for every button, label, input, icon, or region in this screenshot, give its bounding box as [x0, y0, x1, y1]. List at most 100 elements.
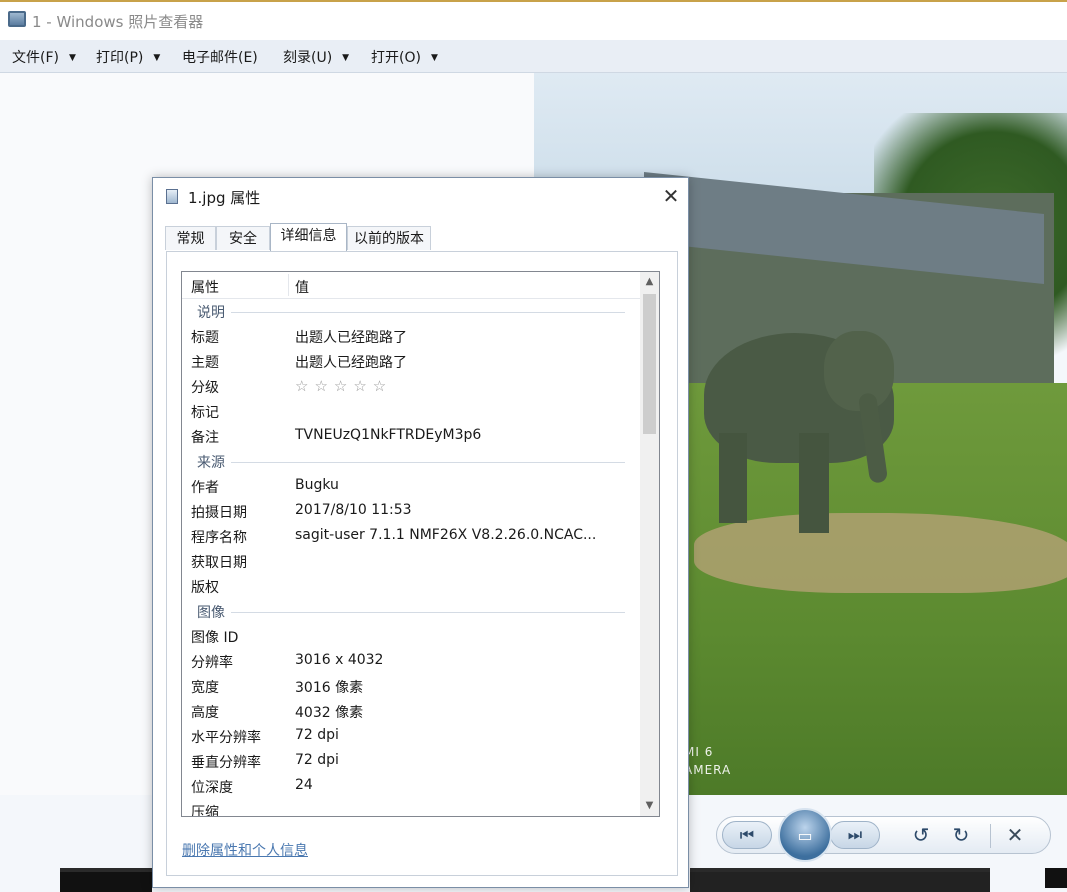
menu-open[interactable]: 打开(O) ▼ [371, 47, 438, 67]
column-header: 属性 值 [182, 272, 640, 299]
table-row[interactable]: 标题 出题人已经跑路了 [182, 324, 640, 349]
property-value: 24 [295, 777, 313, 793]
next-icon: ⏭ [847, 825, 863, 844]
property-value: sagit-user 7.1.1 NMF26X V8.2.26.0.NCAC..… [295, 527, 597, 543]
table-row[interactable]: 分级 ☆☆☆☆☆ [182, 374, 640, 399]
tab-details[interactable]: 详细信息 [270, 223, 347, 251]
table-row[interactable]: 宽度 3016 像素 [182, 674, 640, 699]
group-origin: 来源 [182, 449, 640, 474]
scroll-thumb[interactable] [643, 294, 656, 434]
property-value: 2017/8/10 11:53 [295, 502, 412, 518]
property-key: 宽度 [191, 680, 219, 696]
elephant-leg [719, 433, 747, 523]
table-row[interactable]: 备注 TVNEUzQ1NkFTRDEyM3p6 [182, 424, 640, 449]
property-key: 主题 [191, 355, 219, 371]
close-icon: ✕ [662, 184, 680, 208]
table-row[interactable]: 版权 [182, 574, 640, 599]
table-row[interactable]: 图像 ID [182, 624, 640, 649]
property-key: 标题 [191, 330, 219, 346]
rotate-right-button[interactable]: ↻ [946, 822, 976, 848]
group-divider [197, 312, 625, 313]
property-key: 程序名称 [191, 530, 247, 546]
column-value[interactable]: 值 [295, 277, 309, 297]
group-description: 说明 [182, 299, 640, 324]
property-key: 作者 [191, 480, 219, 496]
vertical-scrollbar[interactable]: ▲ ▼ [640, 272, 659, 816]
photo-viewer-icon [8, 11, 26, 27]
window-title: 1 - Windows 照片查看器 [32, 13, 204, 31]
group-label: 说明 [197, 302, 231, 322]
remove-properties-link[interactable]: 删除属性和个人信息 [182, 840, 308, 860]
chevron-down-icon: ▼ [68, 53, 76, 63]
property-value: 72 dpi [295, 727, 339, 743]
menu-email[interactable]: 电子邮件(E) [182, 47, 258, 67]
property-value: TVNEUzQ1NkFTRDEyM3p6 [295, 427, 482, 443]
filmstrip-edge [690, 868, 990, 892]
rotate-left-icon: ↺ [912, 823, 930, 847]
group-image: 图像 [182, 599, 640, 624]
camera-watermark: MI 6 AMERA [684, 743, 731, 779]
slideshow-icon: ▭ [797, 825, 813, 845]
filmstrip-edge [60, 868, 152, 892]
property-key: 标记 [191, 405, 219, 421]
tab-general[interactable]: 常规 [165, 226, 216, 250]
dialog-title: 1.jpg 属性 [188, 189, 261, 207]
table-row[interactable]: 作者 Bugku [182, 474, 640, 499]
property-key: 压缩 [191, 805, 219, 817]
property-value: 3016 x 4032 [295, 652, 384, 668]
rotate-left-button[interactable]: ↺ [906, 822, 936, 848]
rating-stars[interactable]: ☆☆☆☆☆ [295, 377, 392, 395]
menu-bar: 文件(F) ▼ 打印(P) ▼ 电子邮件(E) 刻录(U) ▼ 打开(O) ▼ [0, 40, 1067, 73]
menu-print[interactable]: 打印(P) ▼ [96, 47, 160, 67]
menu-file[interactable]: 文件(F) ▼ [12, 47, 76, 67]
property-value: 出题人已经跑路了 [295, 330, 407, 346]
column-divider[interactable] [288, 274, 289, 296]
scroll-up-icon[interactable]: ▲ [640, 272, 659, 292]
table-row[interactable]: 高度 4032 像素 [182, 699, 640, 724]
close-button[interactable]: ✕ [657, 183, 685, 209]
property-key: 高度 [191, 705, 219, 721]
table-row[interactable]: 标记 [182, 399, 640, 424]
watermark-line2: AMERA [684, 763, 732, 777]
column-property[interactable]: 属性 [191, 277, 219, 297]
delete-button[interactable]: ✕ [1000, 822, 1030, 848]
table-row[interactable]: 水平分辨率 72 dpi [182, 724, 640, 749]
property-key: 分辨率 [191, 655, 233, 671]
property-key: 版权 [191, 580, 219, 596]
property-key: 拍摄日期 [191, 505, 247, 521]
photo-path [694, 513, 1067, 593]
property-key: 图像 ID [191, 630, 239, 646]
scroll-down-icon[interactable]: ▼ [640, 796, 659, 816]
table-row[interactable]: 压缩 [182, 799, 640, 817]
table-row[interactable]: 程序名称 sagit-user 7.1.1 NMF26X V8.2.26.0.NC… [182, 524, 640, 549]
next-button[interactable]: ⏭ [830, 821, 880, 849]
title-bar: 1 - Windows 照片查看器 [0, 0, 1067, 40]
property-rows: 说明 标题 出题人已经跑路了 主题 出题人已经跑路了 分级 ☆☆☆☆☆ 标记 备注 TV… [182, 299, 640, 817]
chevron-down-icon: ▼ [153, 53, 161, 63]
property-value: Bugku [295, 477, 339, 493]
tab-previous-versions[interactable]: 以前的版本 [347, 226, 431, 250]
group-divider [197, 462, 625, 463]
property-value: 72 dpi [295, 752, 339, 768]
elephant-leg [799, 433, 829, 533]
property-key: 水平分辨率 [191, 730, 261, 746]
previous-button[interactable]: ⏮ [722, 821, 772, 849]
table-row[interactable]: 获取日期 [182, 549, 640, 574]
rotate-right-icon: ↻ [952, 823, 970, 847]
chevron-down-icon: ▼ [430, 53, 438, 63]
menu-burn[interactable]: 刻录(U) ▼ [283, 47, 349, 67]
table-row[interactable]: 垂直分辨率 72 dpi [182, 749, 640, 774]
group-label: 图像 [197, 602, 231, 622]
property-list[interactable]: 属性 值 说明 标题 出题人已经跑路了 主题 出题人已经跑路了 分级 ☆☆☆☆☆ 标记… [181, 271, 660, 817]
menu-file-label: 文件(F) [12, 50, 59, 66]
tab-security[interactable]: 安全 [216, 226, 270, 250]
property-key: 分级 [191, 380, 219, 396]
slideshow-button[interactable]: ▭ [778, 808, 832, 862]
table-row[interactable]: 拍摄日期 2017/8/10 11:53 [182, 499, 640, 524]
table-row[interactable]: 分辨率 3016 x 4032 [182, 649, 640, 674]
previous-icon: ⏮ [739, 825, 755, 844]
table-row[interactable]: 主题 出题人已经跑路了 [182, 349, 640, 374]
file-icon [166, 189, 178, 204]
table-row[interactable]: 位深度 24 [182, 774, 640, 799]
menu-print-label: 打印(P) [96, 50, 144, 66]
